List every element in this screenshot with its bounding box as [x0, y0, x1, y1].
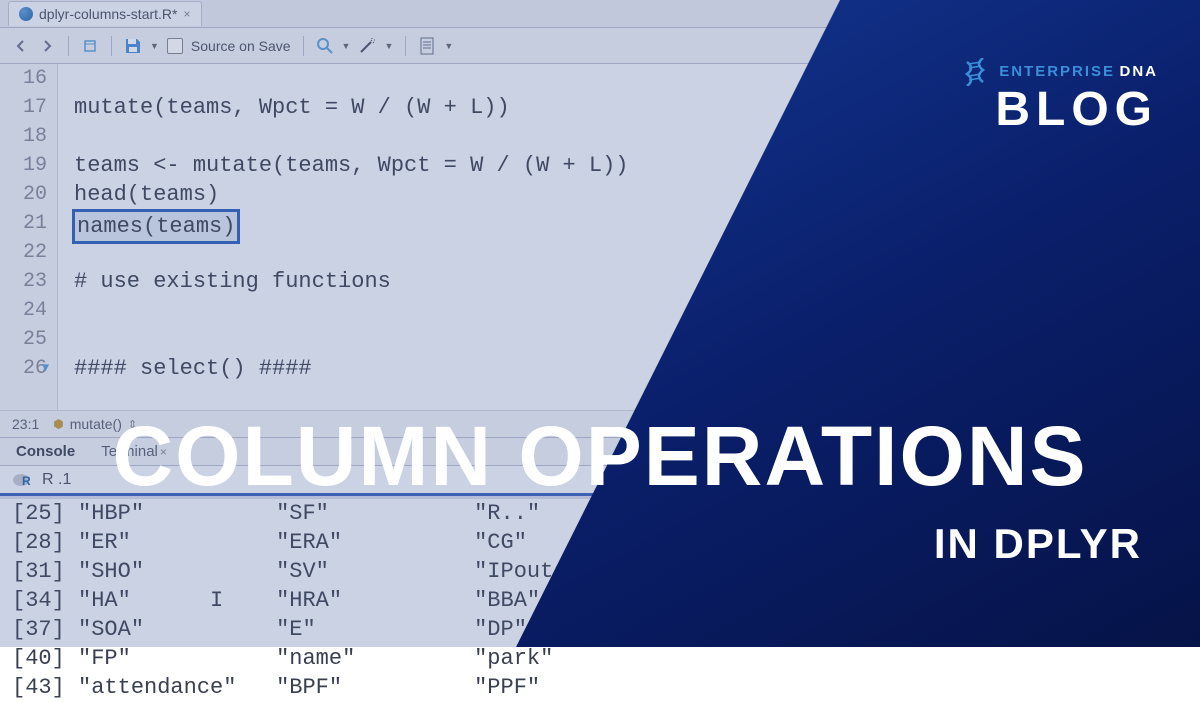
dna-icon	[961, 58, 989, 86]
brand-dna: DNA	[1120, 63, 1159, 80]
console-line: [43] "attendance" "BPF" "PPF"	[12, 673, 1200, 702]
brand-enterprise: ENTERPRISE	[999, 63, 1115, 80]
brand-blog: BLOG	[961, 82, 1158, 137]
hero-title: COLUMN OPERATIONS	[112, 408, 1087, 505]
console-line: [40] "FP" "name" "park"	[12, 644, 1200, 673]
hero-subtitle: IN DPLYR	[934, 520, 1142, 568]
brand-block: ENTERPRISE DNA BLOG	[961, 58, 1158, 137]
